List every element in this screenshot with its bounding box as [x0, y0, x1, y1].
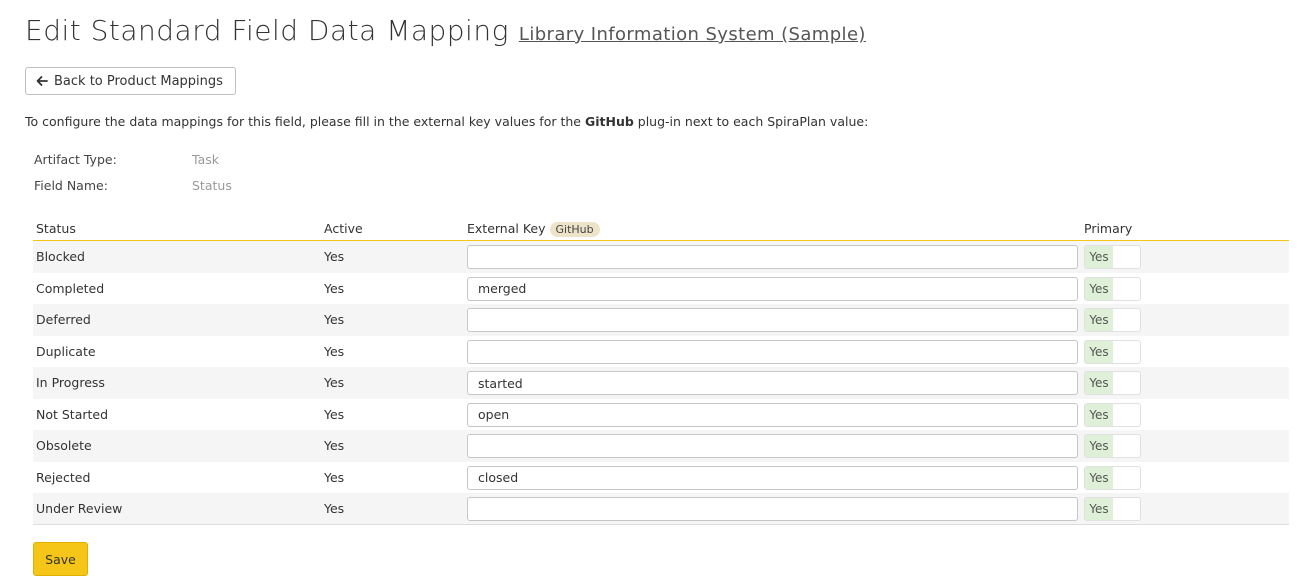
external-key-input[interactable]: [467, 497, 1078, 521]
header-active: Active: [324, 221, 363, 236]
primary-toggle[interactable]: Yes: [1084, 465, 1141, 490]
product-link[interactable]: Library Information System (Sample): [519, 24, 866, 45]
primary-toggle[interactable]: Yes: [1084, 371, 1141, 395]
status-cell: Completed: [36, 280, 105, 296]
status-cell: Not Started: [36, 406, 109, 422]
active-cell: Yes: [324, 312, 345, 327]
back-to-product-mappings-button[interactable]: Back to Product Mappings: [25, 67, 236, 95]
status-cell: Deferred: [36, 312, 91, 327]
primary-toggle-label: Yes: [1085, 246, 1113, 268]
external-key-input[interactable]: [467, 402, 1078, 427]
field-name-value: Status: [192, 178, 232, 193]
active-cell: Yes: [324, 343, 345, 359]
table-row: Blocked Yes Yes: [33, 241, 1289, 273]
external-key-input[interactable]: [467, 245, 1078, 269]
page: Edit Standard Field Data Mapping Library…: [0, 0, 1315, 586]
page-title: Edit Standard Field Data Mapping: [25, 14, 509, 47]
primary-toggle-label: Yes: [1085, 435, 1113, 457]
external-key-input[interactable]: [467, 308, 1078, 332]
external-key-input[interactable]: [467, 276, 1078, 301]
table-row: Under Review Yes Yes: [33, 493, 1289, 525]
back-button-label: Back to Product Mappings: [54, 73, 223, 89]
status-cell: Blocked: [36, 249, 85, 264]
header-external-key: External Key GitHub: [467, 221, 600, 237]
status-cell: Rejected: [36, 469, 91, 485]
table-row: Completed Yes Yes: [33, 273, 1289, 305]
header-external-key-label: External Key: [467, 221, 546, 236]
primary-toggle[interactable]: Yes: [1084, 276, 1141, 301]
primary-toggle-label: Yes: [1085, 309, 1113, 331]
mapping-grid: Status Active External Key GitHub Primary…: [33, 214, 1289, 525]
status-cell: Obsolete: [36, 438, 92, 453]
table-row: Obsolete Yes Yes: [33, 430, 1289, 462]
primary-toggle-label: Yes: [1085, 277, 1113, 300]
save-button[interactable]: Save: [33, 542, 88, 576]
table-row: Rejected Yes Yes: [33, 462, 1289, 494]
table-row: In Progress Yes Yes: [33, 367, 1289, 399]
external-key-input[interactable]: [467, 371, 1078, 395]
active-cell: Yes: [324, 375, 345, 390]
status-cell: Duplicate: [36, 343, 96, 359]
primary-toggle-label: Yes: [1085, 466, 1113, 489]
status-cell: In Progress: [36, 375, 105, 390]
external-key-input[interactable]: [467, 339, 1078, 364]
github-badge: GitHub: [549, 222, 600, 237]
primary-toggle-label: Yes: [1085, 372, 1113, 394]
artifact-type-row: Artifact Type: Task: [34, 152, 219, 167]
artifact-type-value: Task: [192, 152, 219, 167]
active-cell: Yes: [324, 438, 345, 453]
field-name-label: Field Name:: [34, 178, 108, 193]
primary-toggle[interactable]: Yes: [1084, 402, 1141, 427]
primary-toggle[interactable]: Yes: [1084, 339, 1141, 364]
external-key-input[interactable]: [467, 434, 1078, 458]
grid-header: Status Active External Key GitHub Primary: [33, 214, 1289, 241]
header-status: Status: [36, 221, 76, 236]
field-name-row: Field Name: Status: [34, 178, 232, 193]
table-row: Duplicate Yes Yes: [33, 336, 1289, 368]
primary-toggle[interactable]: Yes: [1084, 497, 1141, 521]
external-key-input[interactable]: [467, 465, 1078, 490]
primary-toggle[interactable]: Yes: [1084, 245, 1141, 269]
instructions-before: To configure the data mappings for this …: [25, 114, 585, 129]
table-row: Deferred Yes Yes: [33, 304, 1289, 336]
instructions-after: plug-in next to each SpiraPlan value:: [633, 114, 869, 129]
primary-toggle[interactable]: Yes: [1084, 434, 1141, 458]
primary-toggle[interactable]: Yes: [1084, 308, 1141, 332]
instructions-text: To configure the data mappings for this …: [25, 114, 868, 129]
active-cell: Yes: [324, 280, 345, 296]
primary-toggle-label: Yes: [1085, 403, 1113, 426]
arrow-left-icon: [36, 76, 48, 86]
title-row: Edit Standard Field Data Mapping Library…: [25, 14, 866, 47]
active-cell: Yes: [324, 501, 345, 516]
active-cell: Yes: [324, 249, 345, 264]
table-row: Not Started Yes Yes: [33, 399, 1289, 431]
status-cell: Under Review: [36, 501, 123, 516]
primary-toggle-label: Yes: [1085, 498, 1113, 520]
instructions-plugin-name: GitHub: [584, 114, 634, 129]
active-cell: Yes: [324, 406, 345, 422]
artifact-type-label: Artifact Type:: [34, 152, 117, 167]
primary-toggle-label: Yes: [1085, 340, 1113, 363]
active-cell: Yes: [324, 469, 345, 485]
header-primary: Primary: [1084, 221, 1133, 236]
